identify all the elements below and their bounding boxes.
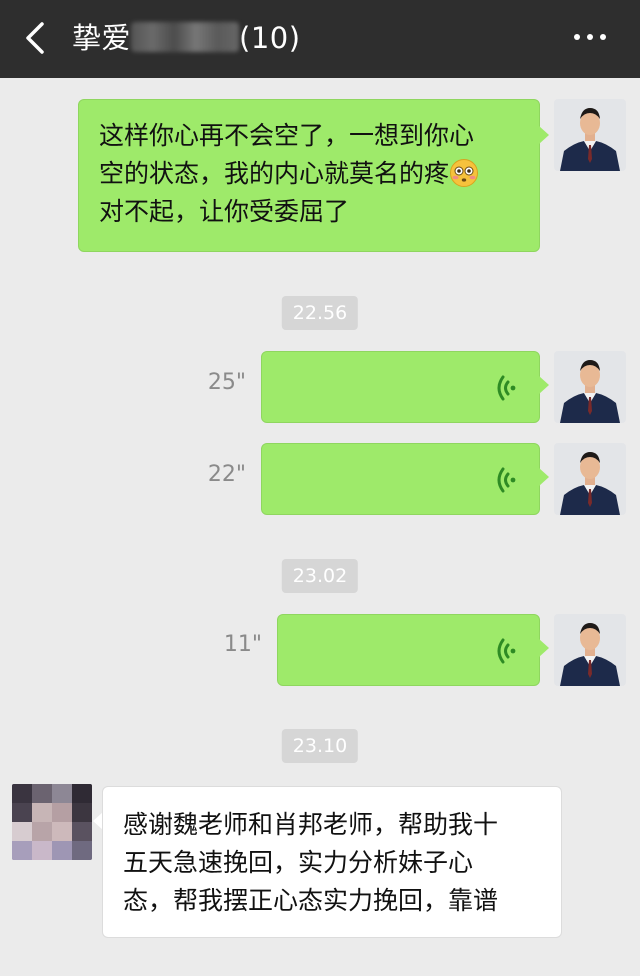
message-line: 感谢魏老师和肖邦老师，帮助我十: [123, 810, 499, 839]
sender-avatar[interactable]: [12, 784, 92, 860]
bubble-tail: [539, 639, 549, 657]
voice-message-bubble[interactable]: [261, 443, 540, 515]
voice-wave-icon: [497, 375, 516, 401]
bubble-tail: [539, 126, 549, 144]
voice-duration: 11": [223, 632, 262, 657]
voice-wave-icon: [497, 638, 516, 664]
message-line: 这样你心再不会空了，一想到你心: [99, 121, 475, 150]
my-avatar[interactable]: [554, 99, 626, 171]
chat-title: 挚爱 (10): [72, 18, 301, 58]
more-dots-icon[interactable]: [572, 30, 608, 44]
chevron-left-icon[interactable]: [20, 20, 50, 56]
my-avatar[interactable]: [554, 614, 626, 686]
man-in-suit-avatar-icon: [554, 443, 626, 515]
chat-title-prefix: 挚爱: [72, 21, 132, 55]
chat-member-count: (10): [239, 21, 301, 55]
timestamp: 22.56: [281, 296, 359, 330]
voice-duration: 22": [207, 462, 246, 487]
timestamp: 23.10: [281, 729, 359, 763]
bubble-tail: [539, 376, 549, 394]
blurred-avatar-icon: [12, 784, 92, 860]
voice-wave-icon: [497, 467, 516, 493]
message-line: 空的状态，我的内心就莫名的疼: [99, 155, 539, 193]
blurred-name: [131, 22, 240, 52]
received-message-bubble[interactable]: 感谢魏老师和肖邦老师，帮助我十 五天急速挽回，实力分析妹子心 态，帮我摆正心态实…: [102, 786, 562, 938]
voice-duration: 25": [207, 370, 246, 395]
voice-message-bubble[interactable]: [277, 614, 540, 686]
man-in-suit-avatar-icon: [554, 614, 626, 686]
bubble-tail: [539, 468, 549, 486]
message-line: 对不起，让你受委屈了: [99, 197, 350, 226]
timestamp: 23.02: [281, 559, 359, 593]
message-line: 五天急速挽回，实力分析妹子心: [123, 848, 474, 877]
flushed-face-emoji-icon: [450, 159, 479, 187]
my-avatar[interactable]: [554, 351, 626, 423]
message-line: 态，帮我摆正心态实力挽回，靠谱: [123, 886, 499, 915]
chat-header: 挚爱 (10): [0, 0, 640, 78]
my-avatar[interactable]: [554, 443, 626, 515]
voice-message-bubble[interactable]: [261, 351, 540, 423]
sent-message-bubble[interactable]: 这样你心再不会空了，一想到你心 空的状态，我的内心就莫名的疼 对不起，让你受委屈…: [78, 99, 540, 252]
man-in-suit-avatar-icon: [554, 351, 626, 423]
man-in-suit-avatar-icon: [554, 99, 626, 171]
